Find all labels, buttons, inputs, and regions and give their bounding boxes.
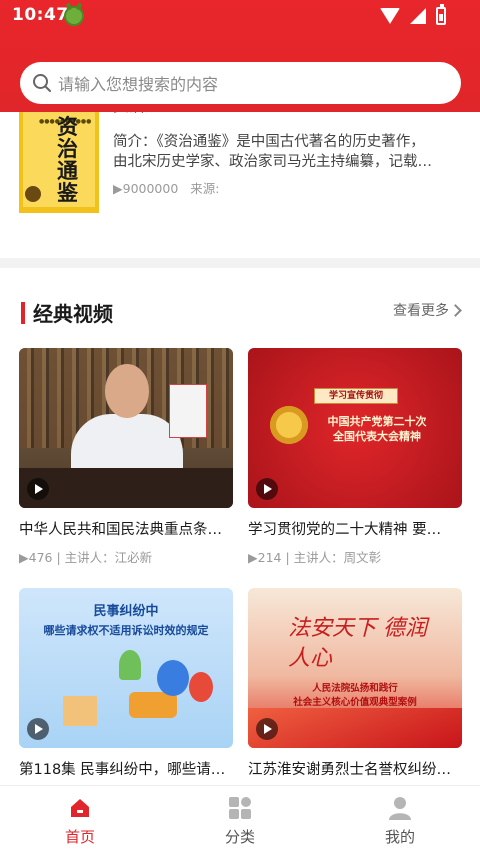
video-card[interactable]: 法安天下 德润人心 人民法院弘扬和践行 社会主义核心价值观典型案例 江苏淮安谢勇… <box>248 588 462 779</box>
section-header: 经典视频 <box>21 298 113 327</box>
signal-icon <box>410 8 426 24</box>
section-accent-bar <box>21 301 25 324</box>
cover-decoration: ●●●●●●●●●● <box>39 118 91 125</box>
book-description: 简介：《资治通鉴》是中国古代著名的历史著作， 由北宋历史学家、政治家司马光主持编… <box>113 132 465 172</box>
user-icon <box>389 797 411 820</box>
video-thumbnail[interactable]: 学习宣传贯彻 中国共产党第二十次 全国代表大会精神 <box>248 348 462 508</box>
video-meta-text: 476 | 主讲人：江必新 <box>28 550 153 565</box>
book-cover: ●●●●●●●●●● 资治通鉴 <box>19 106 99 213</box>
grid-icon <box>229 797 251 819</box>
nav-label: 首页 <box>64 828 95 846</box>
play-count-icon: ▶ <box>248 550 258 565</box>
video-thumbnail[interactable]: 法安天下 德润人心 人民法院弘扬和践行 社会主义核心价值观典型案例 <box>248 588 462 748</box>
play-count-icon: ▶ <box>113 181 123 196</box>
play-icon <box>256 718 278 740</box>
video-meta-text: 214 | 主讲人：周文彰 <box>257 550 382 565</box>
battery-icon <box>436 4 446 25</box>
book-source-label: 来源: <box>190 181 220 196</box>
thumbnail-subtitle: 人民法院弘扬和践行 社会主义核心价值观典型案例 <box>293 683 417 708</box>
wifi-icon <box>380 8 400 24</box>
home-icon <box>71 799 89 817</box>
classic-videos-section: 经典视频 查看更多 中华人民共和国民法典重点条… ▶476 | 主讲人：江必新 … <box>0 268 480 785</box>
video-meta: ▶214 | 主讲人：周文彰 <box>248 547 462 566</box>
nav-item-mine[interactable]: 我的 <box>320 786 480 853</box>
play-count-icon: ▶ <box>19 550 29 565</box>
thumbnail-title: 民事纠纷中 <box>93 604 159 619</box>
headphone-icon <box>25 186 41 202</box>
video-title[interactable]: 学习贯彻党的二十大精神 要… <box>248 518 462 539</box>
thumbnail-banner: 学习宣传贯彻 <box>314 388 398 404</box>
video-title[interactable]: 江苏淮安谢勇烈士名誉权纠纷… <box>248 758 462 779</box>
party-emblem-icon <box>270 406 308 444</box>
nav-label: 分类 <box>224 828 255 846</box>
status-time: 10:47 <box>12 5 69 25</box>
section-title: 经典视频 <box>33 302 113 326</box>
thumbnail-calligraphy: 法安天下 德润人心 <box>288 616 427 671</box>
video-thumbnail[interactable] <box>19 348 233 508</box>
video-title[interactable]: 第118集 民事纠纷中，哪些请… <box>19 758 233 779</box>
thumbnail-subtitle: 哪些请求权不适用诉讼时效的规定 <box>43 624 209 637</box>
view-more-label: 查看更多 <box>393 303 449 319</box>
video-card[interactable]: 中华人民共和国民法典重点条… ▶476 | 主讲人：江必新 <box>19 348 233 566</box>
play-icon <box>27 478 49 500</box>
book-cover-title: 资治通鉴 <box>57 114 78 205</box>
chevron-right-icon <box>449 303 462 317</box>
nav-label: 我的 <box>384 828 415 846</box>
video-card[interactable]: 民事纠纷中 哪些请求权不适用诉讼时效的规定 第118集 民事纠纷中，哪些请… <box>19 588 233 779</box>
search-placeholder: 请输入您想搜索的内容 <box>58 75 219 94</box>
status-icons <box>380 4 446 25</box>
thumbnail-subtitle: 中国共产党第二十次 全国代表大会精神 <box>327 415 427 443</box>
view-more-link[interactable]: 查看更多 <box>393 300 462 320</box>
video-card[interactable]: 学习宣传贯彻 中国共产党第二十次 全国代表大会精神 学习贯彻党的二十大精神 要…… <box>248 348 462 566</box>
play-icon <box>256 478 278 500</box>
book-description-line: 简介：《资治通鉴》是中国古代著名的历史著作， <box>113 134 425 150</box>
play-icon <box>27 718 49 740</box>
book-play-count: 9000000 <box>122 181 179 196</box>
main-content: ●●●●●●●●●● 资治通鉴 资治通鉴 简介：《资治通鉴》是中国古代著名的历史… <box>0 0 480 785</box>
app-notification-icon <box>64 6 84 26</box>
bottom-nav: 首页 分类 我的 <box>0 785 480 853</box>
book-description-line: 由北宋历史学家、政治家司马光主持编纂，记载… <box>113 154 432 170</box>
book-meta: ▶9000000 来源: <box>113 178 220 197</box>
search-icon <box>33 74 51 92</box>
video-meta: ▶476 | 主讲人：江必新 <box>19 547 233 566</box>
nav-item-home[interactable]: 首页 <box>0 786 160 853</box>
video-title[interactable]: 中华人民共和国民法典重点条… <box>19 518 233 539</box>
status-bar: 10:47 <box>0 0 480 32</box>
search-input[interactable]: 请输入您想搜索的内容 <box>20 62 461 104</box>
video-thumbnail[interactable]: 民事纠纷中 哪些请求权不适用诉讼时效的规定 <box>19 588 233 748</box>
nav-item-category[interactable]: 分类 <box>160 786 320 853</box>
app-header: 10:47 请输入您想搜索的内容 <box>0 0 480 112</box>
